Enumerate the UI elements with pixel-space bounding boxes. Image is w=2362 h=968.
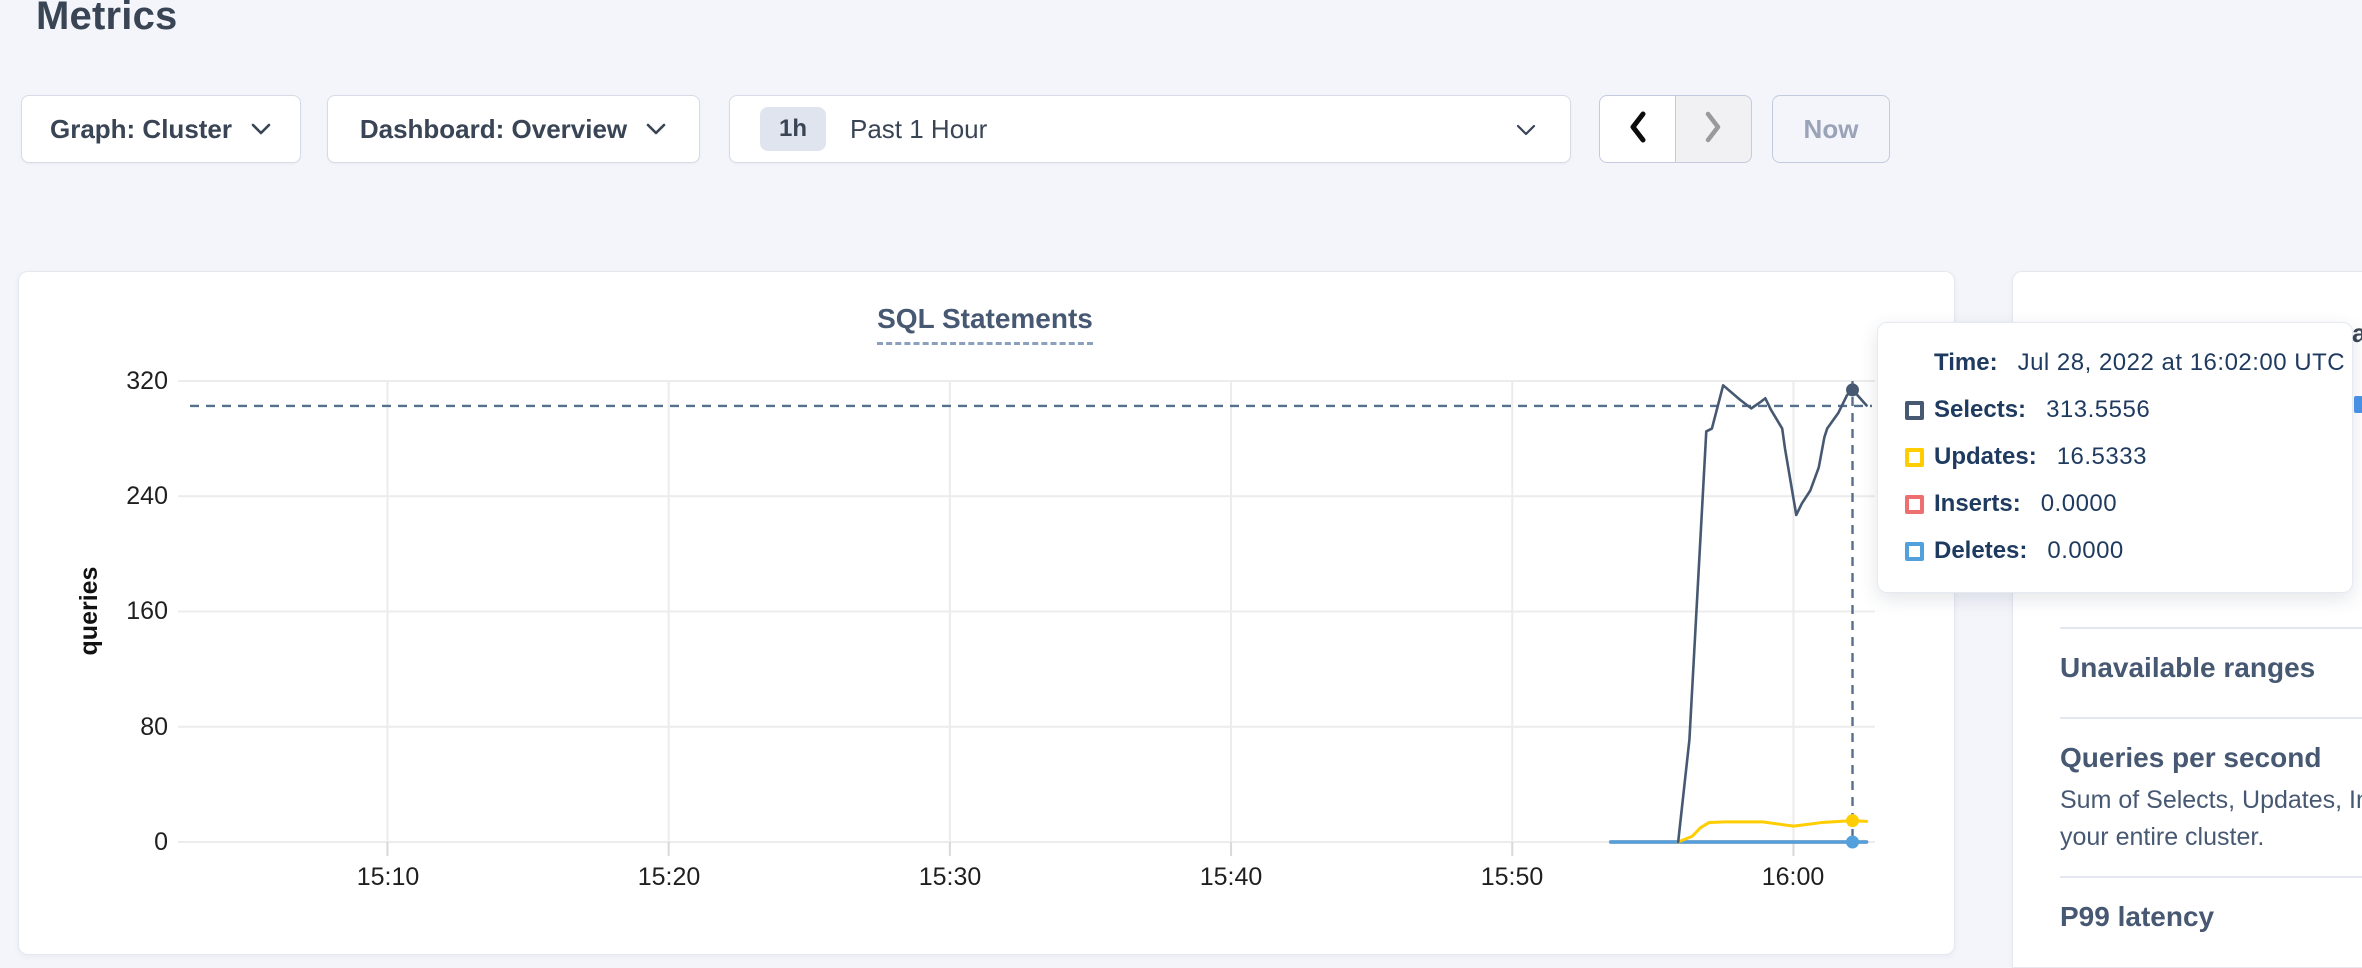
sidebar-heading-p99-latency: P99 latency: [2060, 901, 2214, 933]
tooltip-time-label: Time:: [1934, 349, 1998, 377]
sql-statements-chart-card: [18, 271, 1955, 955]
tooltip-series-value: 313.5556: [2046, 396, 2150, 424]
time-range-label: Past 1 Hour: [850, 114, 987, 145]
dashboard-dropdown-label: Dashboard: Overview: [360, 114, 627, 145]
tooltip-series-label: Selects:: [1934, 396, 2026, 424]
selects-series-swatch-icon: [1905, 401, 1924, 420]
tooltip-series-label: Deletes:: [1934, 537, 2027, 565]
x-tick-1600: 16:00: [1733, 862, 1853, 892]
chart-title[interactable]: SQL Statements: [877, 303, 1093, 345]
sidebar-divider: [2060, 876, 2362, 878]
time-nav-group: [1599, 95, 1752, 163]
page-title: Metrics: [36, 0, 177, 39]
y-tick-160: 160: [60, 596, 168, 626]
sidebar-description-line: your entire cluster.: [2060, 823, 2264, 852]
tooltip-row-selects: Selects: 313.5556: [1878, 396, 2352, 424]
sidebar-description-line: Sum of Selects, Updates, Inserts: [2060, 786, 2362, 815]
chevron-down-icon: [250, 122, 272, 136]
sidebar-divider: [2060, 627, 2362, 629]
sidebar-heading-unavailable-ranges: Unavailable ranges: [2060, 652, 2315, 684]
inserts-series-swatch-icon: [1905, 495, 1924, 514]
tooltip-series-label: Inserts:: [1934, 490, 2021, 518]
updates-series-swatch-icon: [1905, 448, 1924, 467]
graph-dropdown[interactable]: Graph: Cluster: [21, 95, 301, 163]
chevron-left-icon: [1626, 110, 1650, 149]
y-tick-80: 80: [60, 712, 168, 742]
tooltip-series-label: Updates:: [1934, 443, 2037, 471]
time-range-badge: 1h: [760, 107, 826, 151]
x-tick-1510: 15:10: [328, 862, 448, 892]
tooltip-row-updates: Updates: 16.5333: [1878, 443, 2352, 471]
time-back-button[interactable]: [1599, 95, 1676, 163]
sidebar-heading-queries-per-second: Queries per second: [2060, 742, 2321, 774]
now-button[interactable]: Now: [1772, 95, 1890, 163]
tooltip-time-value: Jul 28, 2022 at 16:02:00 UTC: [2018, 349, 2346, 377]
graph-dropdown-label: Graph: Cluster: [50, 114, 232, 145]
tooltip-time-row: Time: Jul 28, 2022 at 16:02:00 UTC: [1878, 349, 2352, 377]
time-range-selector[interactable]: 1h Past 1 Hour: [729, 95, 1571, 163]
dashboard-dropdown[interactable]: Dashboard: Overview: [327, 95, 700, 163]
metrics-page: { "page": { "title": "Metrics" }, "toolb…: [0, 0, 2362, 966]
x-tick-1540: 15:40: [1171, 862, 1291, 892]
x-tick-1520: 15:20: [609, 862, 729, 892]
occluded-sidebar-link-fragment: [2354, 396, 2362, 413]
occluded-sidebar-text-fragment: a: [2352, 318, 2362, 349]
chevron-right-icon: [1701, 110, 1725, 149]
deletes-series-swatch-icon: [1905, 542, 1924, 561]
chart-hover-tooltip: Time: Jul 28, 2022 at 16:02:00 UTC Selec…: [1877, 322, 2353, 593]
y-tick-0: 0: [60, 827, 168, 857]
tooltip-series-value: 0.0000: [2041, 490, 2117, 518]
x-tick-1530: 15:30: [890, 862, 1010, 892]
tooltip-series-value: 16.5333: [2057, 443, 2147, 471]
sidebar-divider: [2060, 717, 2362, 719]
tooltip-row-deletes: Deletes: 0.0000: [1878, 537, 2352, 565]
chevron-down-icon: [1516, 124, 1536, 137]
y-tick-320: 320: [60, 366, 168, 396]
tooltip-row-inserts: Inserts: 0.0000: [1878, 490, 2352, 518]
time-forward-button[interactable]: [1675, 95, 1752, 163]
x-tick-1550: 15:50: [1452, 862, 1572, 892]
chart-title-wrap: SQL Statements: [780, 303, 1190, 345]
tooltip-series-value: 0.0000: [2047, 537, 2123, 565]
y-tick-240: 240: [60, 481, 168, 511]
chevron-down-icon: [645, 122, 667, 136]
